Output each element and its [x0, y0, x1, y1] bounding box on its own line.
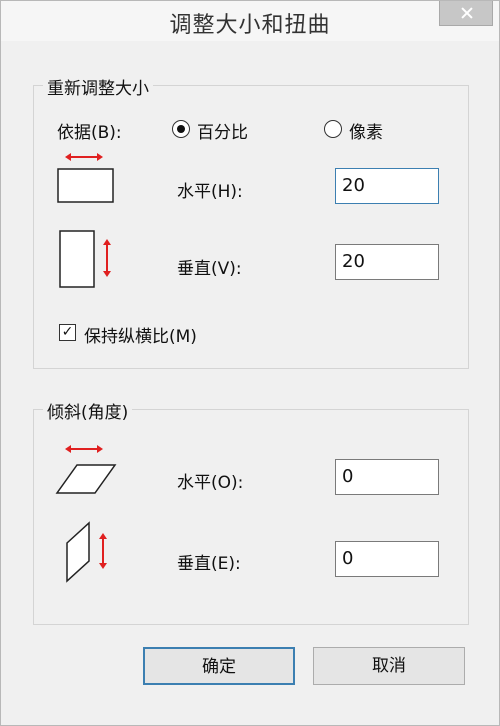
skew-vertical-label: 垂直(E): — [177, 554, 241, 574]
percent-radio[interactable] — [172, 120, 190, 138]
resize-vertical-icon — [59, 230, 111, 288]
skew-horizontal-input[interactable]: 0 — [335, 459, 439, 495]
skew-vertical-input[interactable]: 0 — [335, 541, 439, 577]
skew-horizontal-icon — [55, 445, 117, 494]
percent-label[interactable]: 百分比 — [197, 118, 248, 143]
window-title: 调整大小和扭曲 — [169, 13, 331, 38]
resize-skew-dialog: 调整大小和扭曲 重新调整大小 依据(B): 百分比 像素 水平(H): 20 垂… — [0, 0, 500, 726]
skew-vertical-icon — [66, 521, 107, 583]
resize-horizontal-icon — [57, 153, 114, 203]
resize-by-label: 依据(B): — [57, 123, 122, 143]
close-icon[interactable] — [439, 1, 493, 26]
resize-horizontal-input[interactable]: 20 — [335, 168, 439, 204]
resize-horizontal-label: 水平(H): — [177, 182, 243, 202]
keep-ratio-checkbox[interactable]: ✓ — [59, 324, 76, 341]
keep-ratio-label[interactable]: 保持纵横比(M) — [84, 322, 197, 347]
skew-horizontal-label: 水平(O): — [177, 473, 244, 493]
resize-group-label: 重新调整大小 — [43, 74, 153, 99]
ok-button[interactable]: 确定 — [143, 647, 295, 685]
pixels-radio[interactable] — [324, 120, 342, 138]
resize-vertical-input[interactable]: 20 — [335, 244, 439, 280]
pixels-label[interactable]: 像素 — [349, 118, 383, 143]
cancel-button[interactable]: 取消 — [313, 647, 465, 685]
title-bar: 调整大小和扭曲 — [1, 1, 499, 41]
resize-vertical-label: 垂直(V): — [177, 259, 242, 279]
skew-group-label: 倾斜(角度) — [43, 398, 133, 423]
